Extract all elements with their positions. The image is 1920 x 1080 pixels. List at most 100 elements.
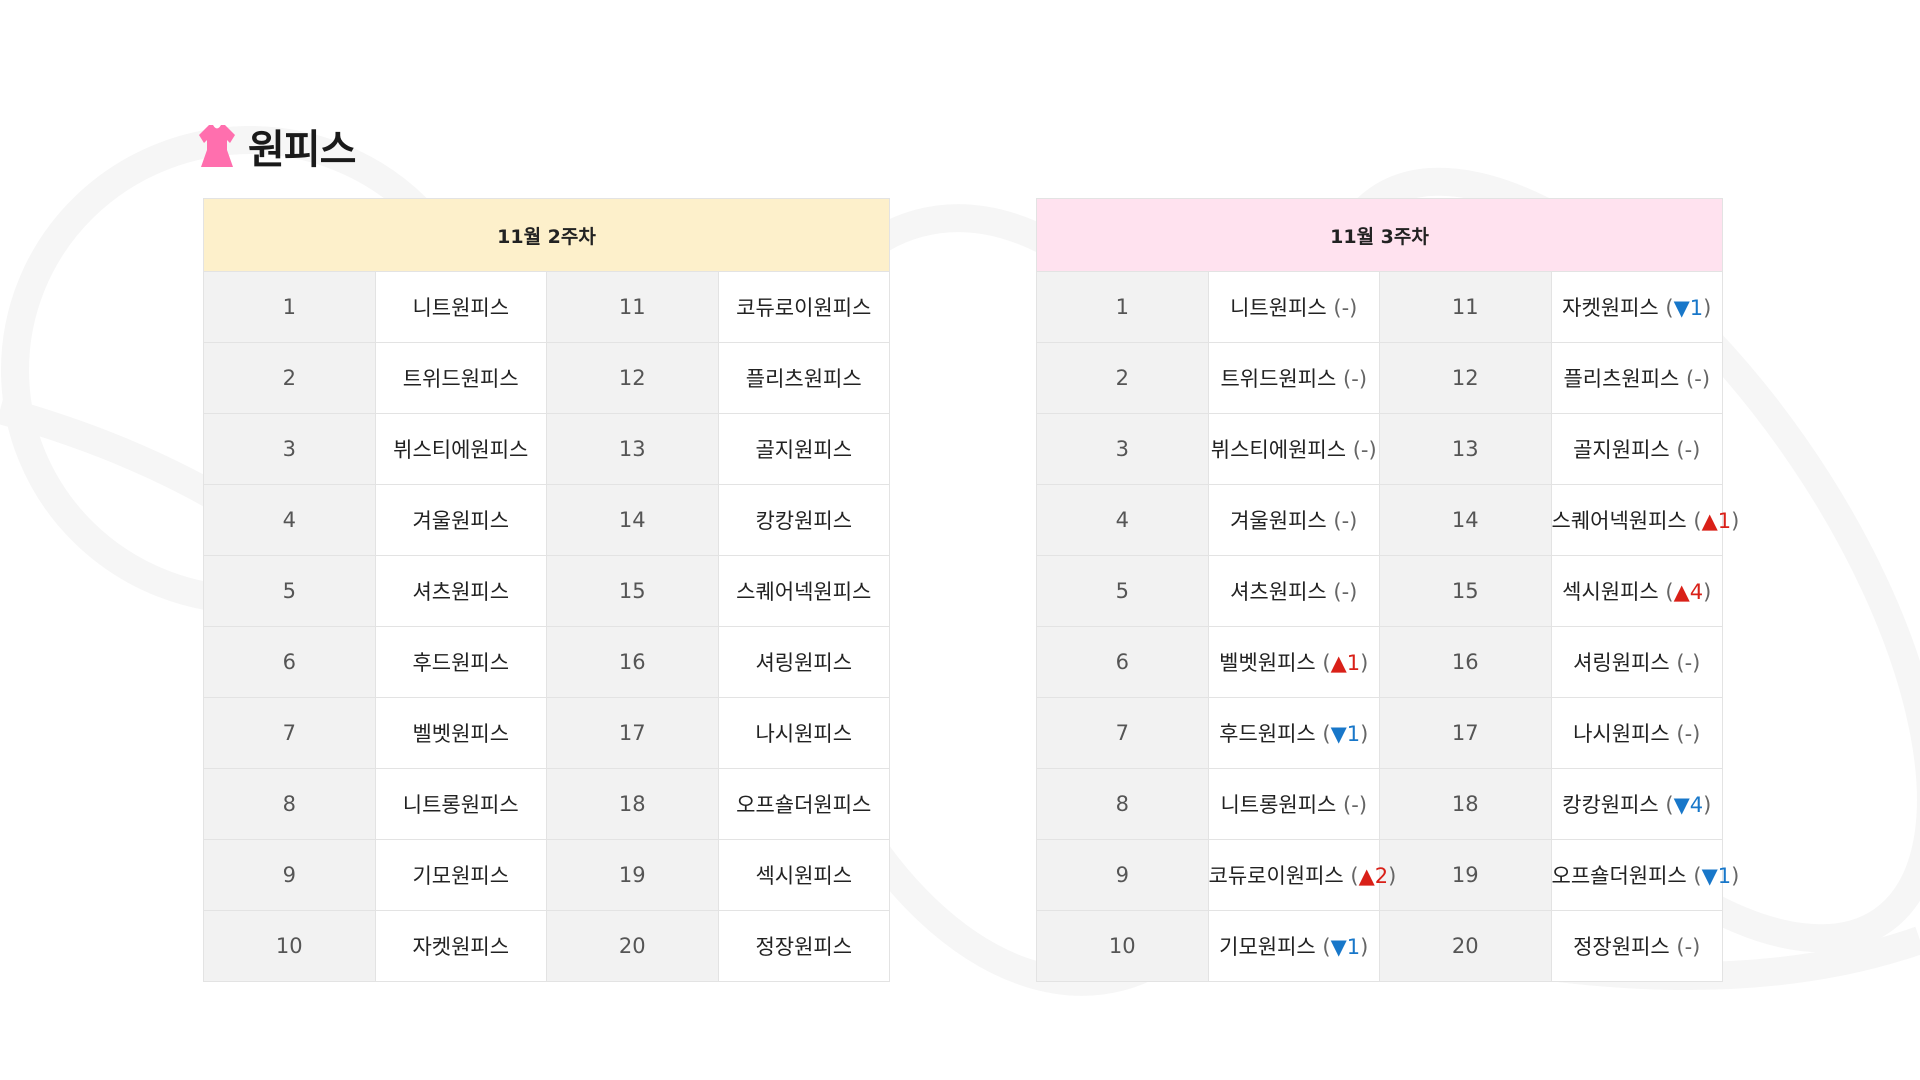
keyword-cell: 오프숄더원피스 (▼1) <box>1550 839 1739 911</box>
rank-change: (▲2) <box>1344 864 1397 888</box>
keyword-cell: 니트롱원피스 <box>374 768 547 840</box>
keyword-name: 니트원피스 <box>1230 296 1327 320</box>
rank-change: (▼1) <box>1659 296 1711 320</box>
rank-change-open: ( <box>1658 793 1674 817</box>
keyword-cell: 정장원피스 <box>717 910 890 982</box>
table-row: 5 셔츠원피스 15 스퀘어넥원피스 <box>203 555 890 627</box>
keyword-cell: 나시원피스 (-) <box>1550 697 1723 769</box>
rank-number: 20 <box>1379 910 1552 982</box>
table-row: 3 뷔스티에원피스 13 골지원피스 <box>203 413 890 485</box>
rank-change-down: ▼4 <box>1673 793 1704 817</box>
rank-change-down: ▼1 <box>1701 864 1732 888</box>
rank-change-open: ( <box>1669 722 1685 746</box>
keyword-name: 코듀로이원피스 <box>736 296 872 320</box>
rank-number: 13 <box>546 413 719 485</box>
rank-number: 5 <box>203 555 376 627</box>
rank-change-up: ▲1 <box>1701 509 1732 533</box>
ranking-table-week1: 11월 2주차 1 니트원피스 11 코듀로이원피스 2 트위드원피스 12 플리츠원피스 3 뷔… <box>203 198 890 982</box>
rank-number: 12 <box>1379 342 1552 414</box>
rank-change: (-) <box>1669 935 1700 959</box>
keyword-cell: 캉캉원피스 (▼4) <box>1550 768 1723 840</box>
keyword-cell: 섹시원피스 <box>717 839 890 911</box>
rank-number: 14 <box>546 484 719 556</box>
rank-number: 7 <box>203 697 376 769</box>
rank-change-open: ( <box>1669 935 1685 959</box>
rank-number: 8 <box>203 768 376 840</box>
keyword-cell: 후드원피스 (▼1) <box>1207 697 1380 769</box>
keyword-cell: 스퀘어넥원피스 <box>717 555 890 627</box>
rank-number: 1 <box>203 271 376 343</box>
keyword-name: 나시원피스 <box>1573 722 1670 746</box>
rank-change-open: ( <box>1686 509 1702 533</box>
keyword-cell: 뷔스티에원피스 <box>374 413 547 485</box>
rank-number: 1 <box>1036 271 1209 343</box>
table-row: 9 기모원피스 19 섹시원피스 <box>203 839 890 911</box>
keyword-cell: 정장원피스 (-) <box>1550 910 1723 982</box>
rank-number: 8 <box>1036 768 1209 840</box>
rank-change: (-) <box>1670 438 1701 462</box>
keyword-cell: 니트롱원피스 (-) <box>1207 768 1380 840</box>
table-row: 7 후드원피스 (▼1) 17 나시원피스 (-) <box>1036 697 1723 769</box>
dress-icon <box>199 125 235 167</box>
table-row: 6 후드원피스 16 셔링원피스 <box>203 626 890 698</box>
keyword-name: 플리츠원피스 <box>745 367 862 391</box>
rank-number: 18 <box>1379 768 1552 840</box>
ranking-table-week2: 11월 3주차 1 니트원피스 (-) 11 자켓원피스 (▼1) 2 트위드원피스 (-… <box>1036 198 1739 982</box>
keyword-cell: 자켓원피스 (▼1) <box>1550 271 1723 343</box>
keyword-cell: 겨울원피스 (-) <box>1207 484 1380 556</box>
rank-change-same: - <box>1351 367 1359 391</box>
rank-number: 11 <box>546 271 719 343</box>
rank-change: (▲4) <box>1659 580 1711 604</box>
keyword-cell: 오프숄더원피스 <box>717 768 890 840</box>
keyword-name: 골지원피스 <box>1573 438 1670 462</box>
keyword-name: 뷔스티에원피스 <box>1210 438 1347 462</box>
keyword-cell: 플리츠원피스 <box>717 342 890 414</box>
keyword-name: 트위드원피스 <box>1220 367 1337 391</box>
keyword-cell: 코듀로이원피스 (▲2) <box>1207 839 1396 911</box>
rank-number: 17 <box>1379 697 1552 769</box>
rank-change-open: ( <box>1346 438 1361 462</box>
rank-number: 15 <box>546 555 719 627</box>
rank-change-up: ▲1 <box>1330 651 1361 675</box>
rank-number: 10 <box>1036 910 1209 982</box>
keyword-name: 자켓원피스 <box>412 935 510 959</box>
rank-number: 19 <box>1379 839 1552 911</box>
keyword-cell: 코듀로이원피스 <box>717 271 890 343</box>
table-row: 10 자켓원피스 20 정장원피스 <box>203 910 890 982</box>
rank-change-close: ) <box>1692 722 1701 746</box>
keyword-name: 겨울원피스 <box>412 509 510 533</box>
rank-change: (-) <box>1327 580 1357 604</box>
table-row: 3 뷔스티에원피스 (-) 13 골지원피스 (-) <box>1036 413 1723 485</box>
rank-change-close: ) <box>1388 864 1397 888</box>
section-header: 원피스 <box>198 117 356 175</box>
rank-change-open: ( <box>1315 722 1331 746</box>
rank-number: 5 <box>1036 555 1209 627</box>
keyword-cell: 니트원피스 <box>374 271 547 343</box>
rank-change-close: ) <box>1692 438 1701 462</box>
table-row: 4 겨울원피스 14 캉캉원피스 <box>203 484 890 556</box>
rank-change: (▼1) <box>1316 935 1368 959</box>
keyword-cell: 니트원피스 (-) <box>1207 271 1380 343</box>
keyword-cell: 뷔스티에원피스 (-) <box>1207 413 1380 485</box>
page-title: 원피스 <box>248 127 356 173</box>
rank-change-close: ) <box>1701 367 1711 391</box>
keyword-name: 스퀘어넥원피스 <box>1551 509 1687 533</box>
keyword-cell: 골지원피스 (-) <box>1550 413 1723 485</box>
keyword-name: 셔링원피스 <box>1573 651 1670 675</box>
table-row: 8 니트롱원피스 18 오프숄더원피스 <box>203 768 890 840</box>
table-row: 10 기모원피스 (▼1) 20 정장원피스 (-) <box>1036 910 1723 982</box>
rank-change: (-) <box>1346 438 1377 462</box>
table-row: 1 니트원피스 (-) 11 자켓원피스 (▼1) <box>1036 271 1723 343</box>
rank-change-same: - <box>1694 367 1702 391</box>
keyword-name: 캉캉원피스 <box>1562 793 1659 817</box>
keyword-name: 섹시원피스 <box>1562 580 1659 604</box>
keyword-cell: 기모원피스 <box>374 839 547 911</box>
rank-change-down: ▼1 <box>1330 722 1361 746</box>
keyword-cell: 벨벳원피스 <box>374 697 547 769</box>
rank-change-close: ) <box>1349 296 1358 320</box>
rank-change: (-) <box>1327 509 1357 533</box>
table-row: 1 니트원피스 11 코듀로이원피스 <box>203 271 890 343</box>
rank-change-open: ( <box>1669 651 1685 675</box>
keyword-name: 캉캉원피스 <box>755 509 853 533</box>
rank-change-close: ) <box>1358 793 1368 817</box>
